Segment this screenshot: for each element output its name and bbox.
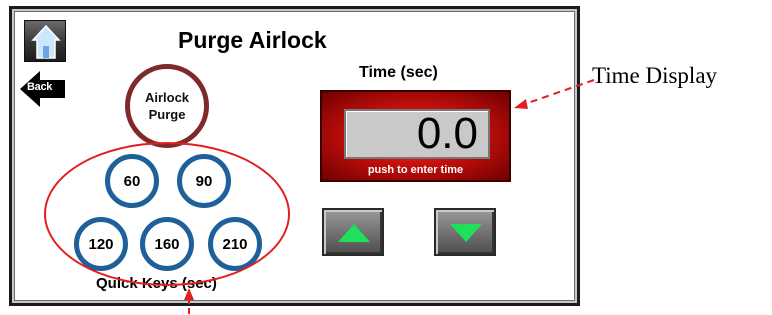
- time-display[interactable]: 0.0 push to enter time: [320, 90, 511, 182]
- page-title: Purge Airlock: [178, 27, 327, 53]
- time-hint: push to enter time: [367, 164, 464, 176]
- back-button[interactable]: Back: [20, 71, 66, 107]
- home-button[interactable]: [24, 20, 66, 62]
- airlock-purge-line2: Purge: [148, 107, 186, 122]
- quick-keys-highlight: [44, 142, 290, 286]
- home-icon: [31, 24, 61, 59]
- triangle-down-icon: [450, 224, 482, 242]
- back-label: Back: [27, 81, 53, 93]
- time-label: Time (sec): [359, 64, 438, 81]
- decrease-time-button[interactable]: [434, 208, 496, 256]
- airlock-purge-button[interactable]: Airlock Purge: [125, 64, 209, 148]
- time-value: 0.0: [344, 109, 490, 159]
- time-display-annotation: Time Display: [592, 63, 718, 88]
- increase-time-button[interactable]: [322, 208, 384, 256]
- triangle-up-icon: [338, 224, 370, 242]
- airlock-purge-line1: Airlock: [144, 90, 190, 105]
